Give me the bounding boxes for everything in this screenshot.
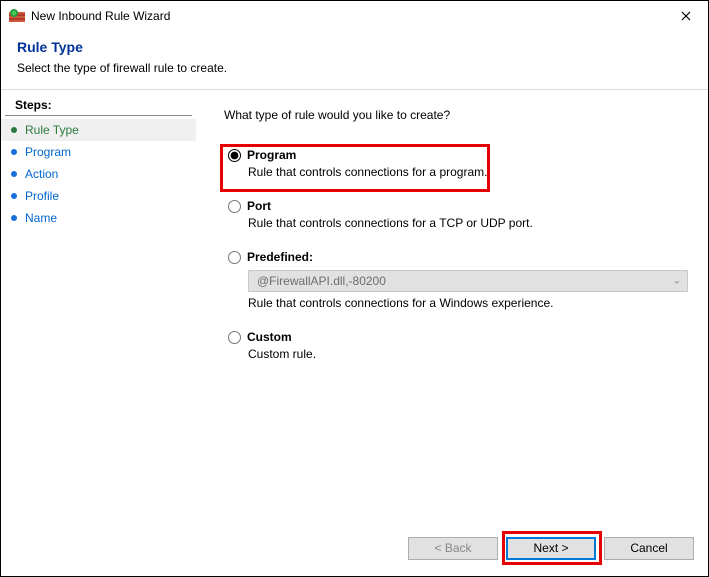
- question-text: What type of rule would you like to crea…: [224, 108, 692, 122]
- firewall-icon: [9, 8, 25, 24]
- step-label: Profile: [25, 189, 59, 203]
- radio-custom[interactable]: [228, 331, 241, 344]
- option-title: Predefined:: [247, 250, 313, 264]
- step-label: Action: [25, 167, 58, 181]
- radio-predefined[interactable]: [228, 251, 241, 264]
- chevron-down-icon: ⌄: [673, 276, 681, 287]
- option-desc: Rule that controls connections for a pro…: [248, 165, 692, 179]
- page-subtitle: Select the type of firewall rule to crea…: [17, 61, 692, 75]
- bullet-icon: [11, 171, 17, 177]
- close-button[interactable]: [663, 1, 708, 31]
- bullet-icon: [11, 149, 17, 155]
- step-label: Program: [25, 145, 71, 159]
- radio-program[interactable]: [228, 149, 241, 162]
- page-title: Rule Type: [17, 39, 692, 55]
- cancel-button[interactable]: Cancel: [604, 537, 694, 560]
- bullet-icon: [11, 193, 17, 199]
- window-title: New Inbound Rule Wizard: [31, 9, 663, 23]
- steps-heading: Steps:: [5, 96, 192, 116]
- option-program: Program Rule that controls connections f…: [224, 148, 692, 179]
- option-desc: Custom rule.: [248, 347, 692, 361]
- bullet-icon: [11, 127, 17, 133]
- option-title: Custom: [247, 330, 292, 344]
- option-desc: Rule that controls connections for a Win…: [248, 296, 692, 310]
- back-button: < Back: [408, 537, 498, 560]
- option-title: Program: [247, 148, 296, 162]
- step-label: Name: [25, 211, 57, 225]
- radio-port[interactable]: [228, 200, 241, 213]
- option-title: Port: [247, 199, 271, 213]
- step-rule-type[interactable]: Rule Type: [1, 119, 196, 141]
- option-predefined: Predefined: @FirewallAPI.dll,-80200 ⌄ Ru…: [224, 250, 692, 310]
- bullet-icon: [11, 215, 17, 221]
- wizard-footer: < Back Next > Cancel: [1, 520, 708, 576]
- steps-sidebar: Steps: Rule Type Program Action Profile …: [1, 90, 196, 520]
- step-profile[interactable]: Profile: [1, 185, 196, 207]
- step-name[interactable]: Name: [1, 207, 196, 229]
- option-custom: Custom Custom rule.: [224, 330, 692, 361]
- step-action[interactable]: Action: [1, 163, 196, 185]
- option-port: Port Rule that controls connections for …: [224, 199, 692, 230]
- titlebar: New Inbound Rule Wizard: [1, 1, 708, 31]
- step-program[interactable]: Program: [1, 141, 196, 163]
- option-desc: Rule that controls connections for a TCP…: [248, 216, 692, 230]
- predefined-dropdown: @FirewallAPI.dll,-80200 ⌄: [248, 270, 688, 292]
- next-button[interactable]: Next >: [506, 537, 596, 560]
- dropdown-value: @FirewallAPI.dll,-80200: [257, 274, 386, 288]
- step-label: Rule Type: [25, 123, 79, 137]
- content-panel: What type of rule would you like to crea…: [196, 90, 708, 520]
- wizard-header: Rule Type Select the type of firewall ru…: [1, 31, 708, 90]
